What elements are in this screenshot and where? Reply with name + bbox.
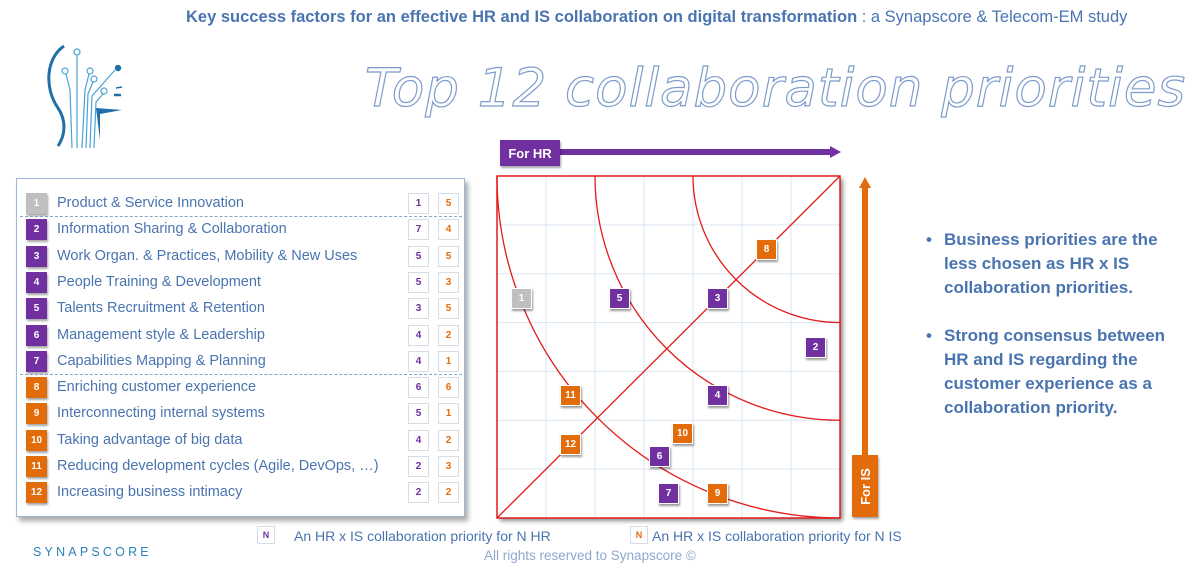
chart-point-1: 1 [511,287,532,309]
insight-text: Business priorities are the less chosen … [944,230,1158,297]
legend-is-marker: N [630,526,648,544]
legend-hr-text: An HR x IS collaboration priority for N … [294,528,551,544]
legend-hr-marker: N [257,526,275,544]
hr-axis-arrowhead-icon [830,146,841,158]
chart-point-10: 10 [672,423,693,445]
is-axis-arrowhead-icon [859,177,871,188]
chart-point-5: 5 [609,287,630,309]
chart-point-12: 12 [560,434,581,456]
insight-text: Strong consensus between HR and IS regar… [944,326,1166,417]
chart-point-4: 4 [707,385,728,407]
copyright-notice: All rights reserved to Synapscore © [484,548,696,563]
x-axis-label-for-hr: For HR [500,140,560,166]
chart-point-3: 3 [707,287,728,309]
chart-point-6: 6 [649,446,670,468]
chart-point-9: 9 [707,483,728,505]
legend-is-text: An HR x IS collaboration priority for N … [652,528,902,544]
key-insights: • Business priorities are the less chose… [926,228,1176,444]
insight-bullet: • Strong consensus between HR and IS reg… [926,324,1176,420]
insight-bullet: • Business priorities are the less chose… [926,228,1176,300]
y-axis-label-for-is: For IS [852,455,878,517]
y-axis-label-text: For IS [857,467,873,505]
bullet-dot-icon: • [926,230,932,249]
chart-point-2: 2 [805,336,826,358]
chart-point-11: 11 [560,385,581,407]
chart-point-7: 7 [658,483,679,505]
bullet-dot-icon: • [926,326,932,345]
chart-point-8: 8 [756,238,777,260]
